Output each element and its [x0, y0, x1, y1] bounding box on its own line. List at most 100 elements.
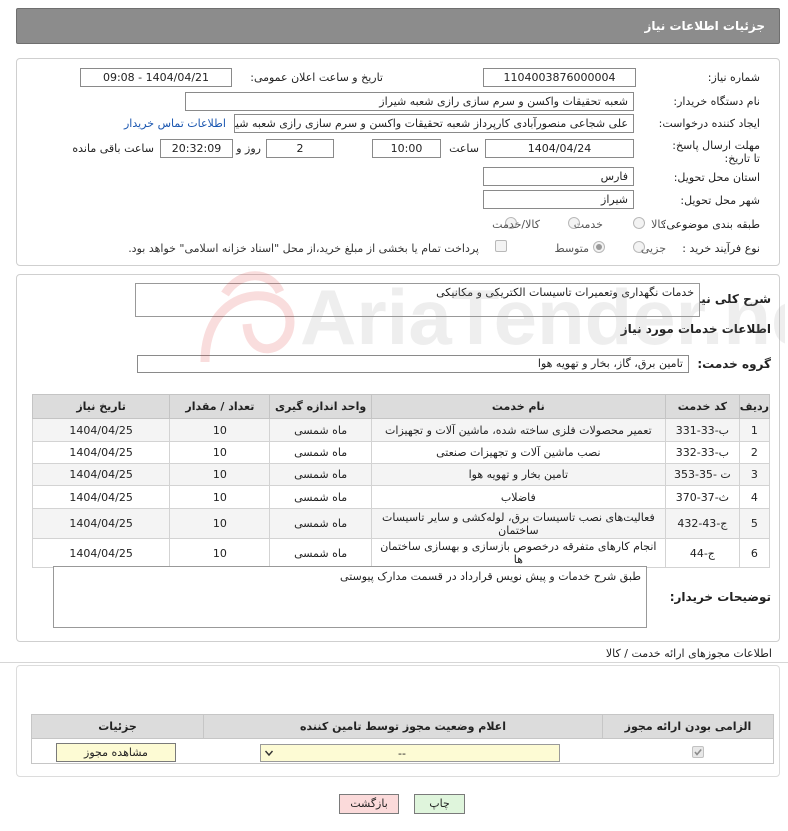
deadline-label: مهلت ارسال پاسخ: تا تاریخ: — [672, 139, 760, 165]
cell-unit: ماه شمسی — [269, 418, 372, 442]
buyer-org-field: شعبه تحقیقات واکسن و سرم سازی رازی شعبه … — [185, 92, 634, 111]
permits-title: اطلاعات مجوزهای ارائه خدمت / کالا — [605, 647, 772, 660]
cell-service-name: فاضلاب — [370, 485, 666, 509]
cell-unit: ماه شمسی — [269, 538, 372, 568]
province-label: استان محل تحویل: — [673, 171, 760, 184]
services-panel: شرح کلی نیاز: خدمات نگهداری وتعمیرات تاس… — [16, 274, 780, 642]
summary-field: خدمات نگهداری وتعمیرات تاسیسات الکتریکی … — [135, 283, 700, 317]
cell-row-number: 1 — [738, 418, 771, 442]
permits-header-row: الزامی بودن ارائه مجوز اعلام وضعیت مجوز … — [32, 715, 773, 739]
need-info-panel: شماره نیاز: 1104003876000004 تاریخ و ساع… — [16, 58, 780, 266]
page-title: جزئیات اطلاعات نیاز — [644, 19, 765, 33]
table-header-row: ردیف کد خدمت نام خدمت واحد اندازه گیری ت… — [31, 394, 771, 419]
permits-table: الزامی بودن ارائه مجوز اعلام وضعیت مجوز … — [31, 714, 774, 764]
back-button[interactable]: بازگشت — [339, 794, 399, 814]
cell-service-code: ث-37-370 — [664, 485, 740, 509]
city-label: شهر محل تحویل: — [680, 194, 760, 207]
province-field: فارس — [483, 167, 634, 186]
cell-unit: ماه شمسی — [269, 485, 372, 509]
cell-service-code: ت -35-353 — [664, 463, 740, 486]
table-row: 6 ج-44 انجام کارهای متفرقه درخصوص بازساز… — [31, 538, 771, 568]
payment-checkbox[interactable] — [495, 240, 507, 252]
cell-service-code: ب-33-331 — [664, 418, 740, 442]
time-label: ساعت — [449, 142, 479, 155]
table-row: 1 ب-33-331 تعمیر محصولات فلزی ساخته شده،… — [31, 418, 771, 442]
cell-need-date: 1404/04/25 — [31, 538, 171, 568]
buyer-notes-label: توضیحات خریدار: — [669, 590, 771, 604]
cell-service-name: انجام کارهای متفرقه درخصوص بازسازی و بهس… — [370, 538, 666, 568]
creator-label: ایجاد کننده درخواست: — [658, 117, 760, 130]
need-number-field: 1104003876000004 — [483, 68, 636, 87]
cell-quantity: 10 — [169, 538, 271, 568]
services-table: ردیف کد خدمت نام خدمت واحد اندازه گیری ت… — [31, 394, 771, 568]
services-title: اطلاعات خدمات مورد نیاز — [620, 322, 771, 336]
cell-service-code: ب-33-332 — [664, 441, 740, 464]
permit-required-checkbox — [692, 746, 704, 758]
table-row: 3 ت -35-353 تامین بخار و تهویه هوا ماه ش… — [31, 463, 771, 486]
days-field: 2 — [266, 139, 334, 158]
deadline-date-field: 1404/04/24 — [485, 139, 634, 158]
cell-unit: ماه شمسی — [269, 508, 372, 539]
cell-service-name: نصب ماشین آلات و تجهیزات صنعتی — [370, 441, 666, 464]
category-both-label: کالا/خدمت — [492, 218, 540, 231]
cell-unit: ماه شمسی — [269, 463, 372, 486]
cell-need-date: 1404/04/25 — [31, 463, 171, 486]
cell-row-number: 4 — [738, 485, 771, 509]
group-label: گروه خدمت: — [697, 357, 771, 371]
cell-quantity: 10 — [169, 418, 271, 442]
table-row: 2 ب-33-332 نصب ماشین آلات و تجهیزات صنعت… — [31, 441, 771, 464]
permits-header-details: جزئیات — [98, 720, 137, 733]
process-label: نوع فرآیند خرید : — [682, 242, 760, 255]
buyer-org-label: نام دستگاه خریدار: — [673, 95, 760, 108]
cell-need-date: 1404/04/25 — [31, 485, 171, 509]
cell-quantity: 10 — [169, 441, 271, 464]
view-permit-button[interactable]: مشاهده مجوز — [56, 743, 176, 762]
cell-row-number: 5 — [738, 508, 771, 539]
cell-quantity: 10 — [169, 463, 271, 486]
col-header-quantity: تعداد / مقدار — [169, 394, 271, 419]
cell-unit: ماه شمسی — [269, 441, 372, 464]
page-header: جزئیات اطلاعات نیاز — [16, 8, 780, 44]
process-medium-radio[interactable] — [593, 241, 605, 253]
need-number-label: شماره نیاز: — [707, 71, 760, 84]
permits-panel: الزامی بودن ارائه مجوز اعلام وضعیت مجوز … — [16, 665, 780, 777]
permit-status-value: -- — [398, 747, 406, 760]
creator-field: علی شجاعی منصورآبادی کارپرداز شعبه تحقیق… — [234, 114, 634, 133]
cell-row-number: 3 — [738, 463, 771, 486]
col-header-need-date: تاریخ نیاز — [31, 394, 171, 419]
permits-header-status: اعلام وضعیت مجوز توسط تامین کننده — [203, 715, 603, 738]
remaining-label: ساعت باقی مانده — [72, 142, 154, 155]
days-label: روز و — [236, 142, 261, 155]
col-header-unit: واحد اندازه گیری — [269, 394, 372, 419]
payment-text: پرداخت تمام یا بخشی از مبلغ خرید،از محل … — [128, 242, 479, 255]
cell-service-code: ج-44 — [664, 538, 740, 568]
cell-need-date: 1404/04/25 — [31, 418, 171, 442]
cell-service-name: تعمیر محصولات فلزی ساخته شده، ماشین آلات… — [370, 418, 666, 442]
col-header-row-number: ردیف — [738, 394, 771, 419]
category-goods-radio[interactable] — [633, 217, 645, 229]
deadline-time-field: 10:00 — [372, 139, 441, 158]
chevron-down-icon — [264, 748, 274, 758]
col-header-service-code: کد خدمت — [664, 394, 740, 419]
permits-header-required: الزامی بودن ارائه مجوز — [624, 720, 752, 733]
cell-need-date: 1404/04/25 — [31, 441, 171, 464]
permit-status-select[interactable]: -- — [260, 744, 560, 762]
category-label: طبقه بندی موضوعی: — [662, 218, 760, 231]
announce-field: 1404/04/21 - 09:08 — [80, 68, 232, 87]
cell-service-name: فعالیت‌های نصب تاسیسات برق، لوله‌کشی و س… — [370, 508, 666, 539]
announce-label: تاریخ و ساعت اعلان عمومی: — [250, 71, 383, 84]
buyer-contact-link[interactable]: اطلاعات تماس خریدار — [124, 117, 226, 130]
permits-divider — [0, 662, 788, 663]
category-service-label: خدمت — [573, 218, 603, 231]
cell-row-number: 6 — [738, 538, 771, 568]
cell-need-date: 1404/04/25 — [31, 508, 171, 539]
cell-service-name: تامین بخار و تهویه هوا — [370, 463, 666, 486]
col-header-service-name: نام خدمت — [370, 394, 666, 419]
print-button[interactable]: چاپ — [414, 794, 465, 814]
remaining-time-field: 20:32:09 — [160, 139, 233, 158]
cell-service-code: ج-43-432 — [664, 508, 740, 539]
city-field: شیراز — [483, 190, 634, 209]
group-field: تامین برق، گاز، بخار و تهویه هوا — [137, 355, 689, 373]
category-goods-label: کالا — [651, 218, 666, 231]
table-row: 4 ث-37-370 فاضلاب ماه شمسی 10 1404/04/25 — [31, 485, 771, 509]
